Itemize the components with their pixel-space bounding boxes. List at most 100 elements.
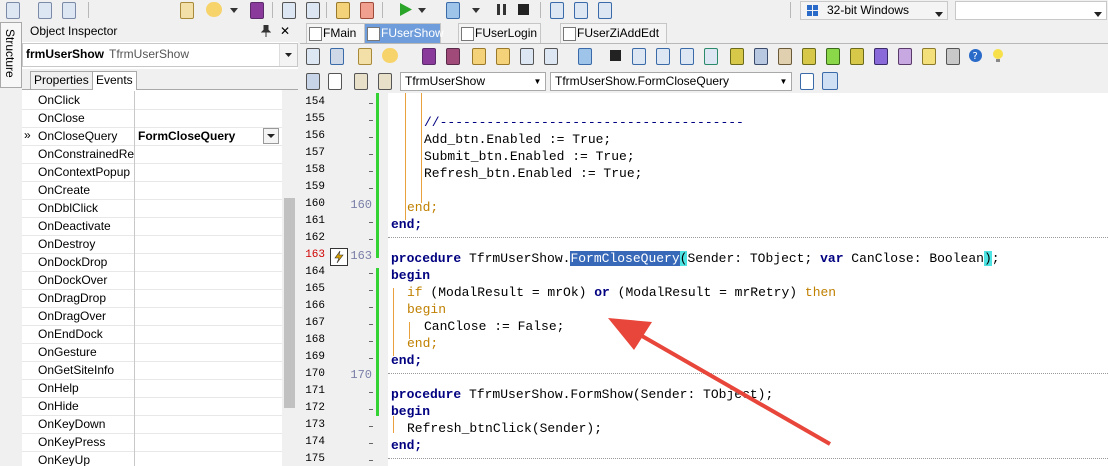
new-items-icon[interactable] (38, 2, 52, 19)
stop-icon[interactable] (608, 48, 624, 63)
run-until-return-icon[interactable] (680, 48, 694, 65)
new-icon[interactable] (358, 48, 372, 65)
options-icon[interactable] (946, 48, 960, 65)
event-handler-icon[interactable] (330, 248, 348, 266)
event-row[interactable]: OnDestroy (22, 235, 282, 254)
inspect-icon[interactable] (874, 48, 888, 65)
palette-icon[interactable] (754, 48, 768, 65)
class-combo[interactable]: TfrmUserShow ▼ (400, 72, 546, 91)
interface-icon[interactable] (354, 73, 368, 90)
build-icon[interactable] (544, 48, 558, 65)
save-icon[interactable] (422, 48, 436, 65)
event-row[interactable]: OnDragOver (22, 307, 282, 326)
target-platform-combo[interactable]: 32-bit Windows (800, 1, 948, 20)
structure-side-tab[interactable]: Structure (0, 22, 22, 88)
package-icon[interactable] (826, 48, 840, 65)
event-row[interactable]: OnDockDrop (22, 253, 282, 272)
step-over-icon[interactable] (574, 2, 588, 19)
scrollbar-thumb[interactable] (284, 198, 295, 408)
event-row[interactable]: OnKeyDown (22, 415, 282, 434)
help-icon[interactable]: ? (968, 48, 984, 63)
line-number: 167 (305, 317, 325, 329)
tab-fuserziaddedt[interactable]: FUserZiAddEdt (560, 23, 667, 43)
component-icon[interactable] (730, 48, 744, 65)
method-combo[interactable]: TfrmUserShow.FormCloseQuery ▼ (550, 72, 792, 91)
tab-fuserlogin[interactable]: FUserLogin (458, 23, 541, 43)
run-nodebug-dropdown-icon[interactable] (472, 2, 480, 17)
step-icon[interactable] (656, 48, 670, 65)
align-left-icon[interactable] (800, 73, 814, 90)
edit-icon[interactable] (778, 48, 792, 65)
add-to-project-icon[interactable] (472, 48, 486, 65)
event-row[interactable]: OnClick (22, 91, 282, 110)
design-icon[interactable] (330, 48, 344, 65)
remove-file-icon[interactable] (360, 2, 374, 19)
events-scrollbar[interactable] (282, 90, 298, 466)
event-row[interactable]: OnDblClick (22, 199, 282, 218)
event-row[interactable]: OnEndDock (22, 325, 282, 344)
build-config-combo[interactable] (955, 1, 1107, 20)
view-unit-icon[interactable] (282, 2, 296, 19)
view-form-icon[interactable] (306, 2, 320, 19)
save-all-icon[interactable] (446, 48, 460, 65)
chevron-down-icon[interactable] (263, 128, 279, 144)
trace-into-icon[interactable] (550, 2, 564, 19)
tab-events[interactable]: Events (92, 71, 137, 90)
editor-navigation-bar: TfrmUserShow ▼ TfrmUserShow.FormCloseQue… (300, 69, 1108, 93)
chevron-down-icon[interactable] (279, 44, 297, 66)
open-project-icon[interactable] (62, 2, 76, 19)
wizard-icon[interactable] (850, 48, 864, 65)
tools-icon[interactable] (802, 48, 816, 65)
lightbulb-icon[interactable] (990, 48, 1006, 63)
run-icon[interactable] (398, 2, 414, 17)
event-row[interactable]: OnHide (22, 397, 282, 416)
pause-icon[interactable] (494, 2, 510, 17)
new-file-icon[interactable] (6, 2, 20, 19)
run-icon[interactable] (578, 48, 592, 65)
open-icon[interactable] (382, 48, 398, 63)
add-file-icon[interactable] (336, 2, 350, 19)
event-row[interactable]: OnDragDrop (22, 289, 282, 308)
event-row[interactable]: OnHelp (22, 379, 282, 398)
new-form-icon[interactable] (180, 2, 194, 19)
compile-icon[interactable] (520, 48, 534, 65)
trace-icon[interactable] (632, 48, 646, 65)
notes-icon[interactable] (922, 48, 936, 65)
run-to-cursor-icon[interactable] (598, 2, 612, 19)
event-row[interactable]: OnContextPopup (22, 163, 282, 182)
tab-fmain[interactable]: FMain (306, 23, 365, 43)
toggle-class-icon[interactable] (306, 73, 320, 90)
column-divider (134, 415, 135, 433)
event-row[interactable]: OnClose (22, 109, 282, 128)
toggle-form-unit-icon[interactable] (306, 48, 320, 65)
save-icon[interactable] (250, 2, 264, 19)
exit-icon[interactable] (704, 48, 718, 65)
tab-properties[interactable]: Properties (30, 71, 93, 89)
tab-fusershow[interactable]: FUserShow (364, 23, 444, 43)
component-selector[interactable]: frmUserShow TfrmUserShow (22, 43, 298, 67)
event-row[interactable]: OnGesture (22, 343, 282, 362)
run-without-debug-icon[interactable] (446, 2, 460, 19)
implementation-icon[interactable] (378, 73, 392, 90)
event-row[interactable]: OnDockOver (22, 271, 282, 290)
align-justify-icon[interactable] (822, 72, 838, 90)
run-dropdown-icon[interactable] (418, 2, 426, 17)
event-row[interactable]: OnDeactivate (22, 217, 282, 236)
evaluate-icon[interactable] (898, 48, 912, 65)
open-dropdown-icon[interactable] (230, 2, 238, 17)
event-handler-value[interactable]: FormCloseQuery (138, 129, 235, 143)
event-row[interactable]: OnKeyUp (22, 451, 282, 466)
event-row[interactable]: OnGetSiteInfo (22, 361, 282, 380)
event-row[interactable]: OnConstrainedRes (22, 145, 282, 164)
stop-icon[interactable] (516, 2, 532, 17)
selected-component-class: TfrmUserShow (109, 47, 190, 61)
event-row[interactable]: » OnCloseQuery FormCloseQuery (22, 127, 282, 146)
event-row[interactable]: OnCreate (22, 181, 282, 200)
event-row[interactable]: OnKeyPress (22, 433, 282, 452)
remove-from-project-icon[interactable] (496, 48, 510, 65)
open-icon[interactable] (206, 2, 222, 17)
bookmark-icon[interactable] (328, 73, 342, 90)
pin-icon[interactable] (260, 24, 272, 40)
code-line-161: end; (391, 217, 423, 232)
close-icon[interactable]: ✕ (280, 24, 290, 38)
